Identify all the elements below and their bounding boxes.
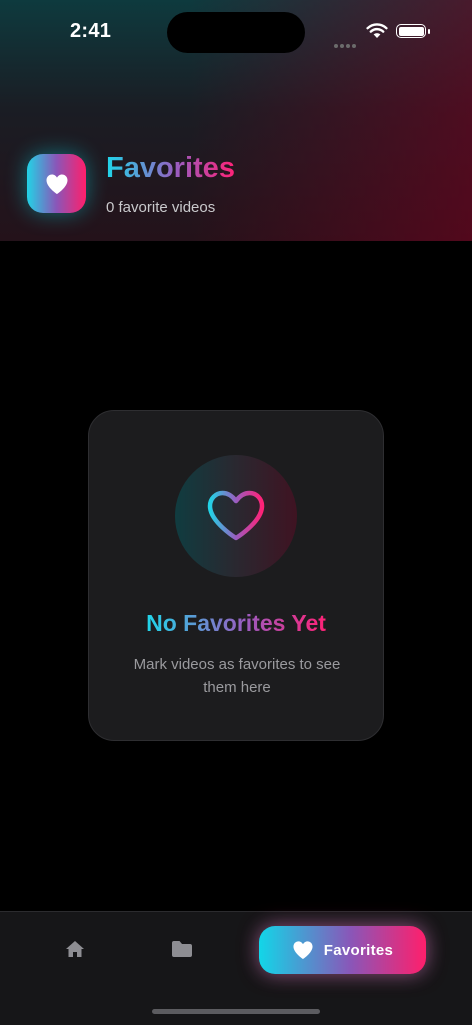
empty-state-icon-circle: [175, 455, 297, 577]
dynamic-island: [167, 12, 305, 53]
heart-icon: [293, 941, 313, 960]
status-time: 2:41: [70, 20, 112, 42]
empty-state-title: No Favorites Yet: [146, 610, 326, 636]
wifi-icon: [366, 22, 388, 44]
favorites-count: 0 favorite videos: [106, 199, 216, 216]
tab-favorites[interactable]: Favorites: [259, 926, 426, 974]
home-icon: [66, 941, 84, 957]
heart-icon: [46, 174, 67, 194]
battery-cap: [428, 29, 430, 34]
header: 2:41 Favorites 0 favorite videos: [0, 0, 472, 241]
tab-folder[interactable]: [170, 938, 194, 962]
heart-outline-icon: [207, 490, 265, 541]
folder-icon: [172, 941, 192, 957]
tab-home[interactable]: [64, 938, 88, 962]
favorites-app-icon: [27, 154, 86, 213]
empty-state-message: Mark videos as favorites to see them her…: [133, 656, 341, 696]
status-bar: 2:41: [0, 0, 472, 64]
page-title: Favorites: [106, 152, 235, 184]
home-indicator[interactable]: [152, 1009, 320, 1014]
empty-state-card: No Favorites Yet Mark videos as favorite…: [88, 410, 384, 741]
battery-icon: [396, 24, 426, 38]
tab-bar: Favorites: [0, 911, 472, 1025]
cellular-signal-icon: [334, 35, 358, 53]
tab-favorites-label: Favorites: [323, 941, 394, 959]
